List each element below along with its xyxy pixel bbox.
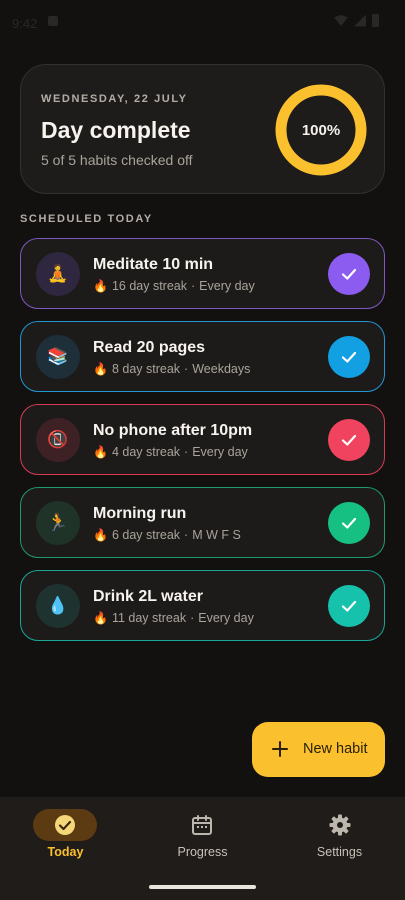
habit-emoji: 🏃 xyxy=(47,513,69,532)
habit-meta: 🔥 16 day streak · Every day xyxy=(93,279,255,293)
habit-schedule: Every day xyxy=(198,611,254,625)
meditation-icon: 🧘 xyxy=(36,252,80,296)
habit-streak: 4 day streak xyxy=(111,445,181,459)
meta-separator: · xyxy=(190,611,195,625)
status-icons xyxy=(334,14,379,27)
habit-name: Read 20 pages xyxy=(93,339,206,356)
habit-schedule: M W F S xyxy=(192,528,241,542)
habit-row[interactable]: 📚 Read 20 pages 🔥 8 day streak · Weekdays xyxy=(20,321,385,392)
day-summary-card: WEDNESDAY, 22 JULY Day complete 5 of 5 h… xyxy=(20,64,385,194)
habit-row[interactable]: 💧 Drink 2L water 🔥 11 day streak · Every day xyxy=(20,570,385,641)
check-circle-icon xyxy=(55,815,75,835)
habit-row[interactable]: 🏃 Morning run 🔥 6 day streak · M W F S xyxy=(20,487,385,558)
habit-row[interactable]: 📵 No phone after 10pm 🔥 4 day streak · Every … xyxy=(20,404,385,475)
meta-separator: · xyxy=(184,445,189,459)
home-indicator[interactable] xyxy=(149,885,256,889)
summary-title: Day complete xyxy=(41,117,191,143)
checkmark-icon xyxy=(341,268,357,280)
habit-name: Drink 2L water xyxy=(93,588,203,605)
flame-icon: 🔥 xyxy=(93,611,108,625)
habit-emoji: 💧 xyxy=(47,596,69,615)
habit-row[interactable]: 🧘 Meditate 10 min 🔥 16 day streak · Every day xyxy=(20,238,385,309)
habit-meta: 🔥 8 day streak · Weekdays xyxy=(93,362,250,376)
nav-settings[interactable]: Settings xyxy=(270,797,405,877)
nav-settings-label: Settings xyxy=(316,845,363,859)
habit-check-button[interactable] xyxy=(328,585,370,627)
habit-schedule: Every day xyxy=(199,279,255,293)
books-icon: 📚 xyxy=(36,335,80,379)
nav-today[interactable]: Today xyxy=(0,797,135,877)
status-bar: 9:42 xyxy=(0,0,405,46)
habit-streak: 11 day streak xyxy=(111,611,187,625)
signal-icon xyxy=(354,14,366,27)
notification-icon xyxy=(48,16,58,26)
summary-subtitle: 5 of 5 habits checked off xyxy=(41,152,193,168)
habit-streak: 8 day streak xyxy=(111,362,181,376)
nav-progress[interactable]: Progress xyxy=(135,797,270,877)
meta-separator: · xyxy=(191,279,196,293)
runner-icon: 🏃 xyxy=(36,501,80,545)
flame-icon: 🔥 xyxy=(93,528,108,542)
habit-schedule: Weekdays xyxy=(192,362,251,376)
wifi-icon xyxy=(334,15,348,26)
habit-check-button[interactable] xyxy=(328,419,370,461)
checkmark-icon xyxy=(341,434,357,446)
habit-emoji: 📚 xyxy=(47,347,69,366)
flame-icon: 🔥 xyxy=(93,279,108,293)
habit-schedule: Every day xyxy=(192,445,248,459)
new-habit-label: New habit xyxy=(303,741,368,757)
section-label: SCHEDULED TODAY xyxy=(20,213,153,225)
meta-separator: · xyxy=(184,362,189,376)
nav-progress-label: Progress xyxy=(177,845,228,859)
water-drop-icon: 💧 xyxy=(36,584,80,628)
flame-icon: 🔥 xyxy=(93,445,108,459)
flame-icon: 🔥 xyxy=(93,362,108,376)
progress-percent: 100% xyxy=(301,121,341,139)
meta-separator: · xyxy=(184,528,189,542)
checkmark-icon xyxy=(341,517,357,529)
habit-emoji: 🧘 xyxy=(47,264,69,283)
summary-date: WEDNESDAY, 22 JULY xyxy=(41,93,188,105)
new-habit-button[interactable]: New habit xyxy=(252,722,385,777)
checkmark-icon xyxy=(341,600,357,612)
habit-name: Morning run xyxy=(93,505,187,522)
habit-meta: 🔥 11 day streak · Every day xyxy=(93,611,254,625)
battery-icon xyxy=(372,14,379,27)
habit-name: Meditate 10 min xyxy=(93,256,214,273)
habit-meta: 🔥 6 day streak · M W F S xyxy=(93,528,241,542)
checkmark-icon xyxy=(341,351,357,363)
no-phone-icon: 📵 xyxy=(36,418,80,462)
habit-name: No phone after 10pm xyxy=(93,422,253,439)
status-time: 9:42 xyxy=(12,16,38,31)
plus-icon xyxy=(272,741,288,757)
habit-streak: 6 day streak xyxy=(111,528,181,542)
habit-emoji: 📵 xyxy=(47,430,69,449)
gear-icon xyxy=(329,814,351,836)
habit-streak: 16 day streak xyxy=(111,279,187,293)
nav-today-label: Today xyxy=(47,845,84,859)
habit-check-button[interactable] xyxy=(328,253,370,295)
habit-check-button[interactable] xyxy=(328,502,370,544)
habit-meta: 🔥 4 day streak · Every day xyxy=(93,445,248,459)
habit-check-button[interactable] xyxy=(328,336,370,378)
calendar-icon xyxy=(192,815,212,835)
